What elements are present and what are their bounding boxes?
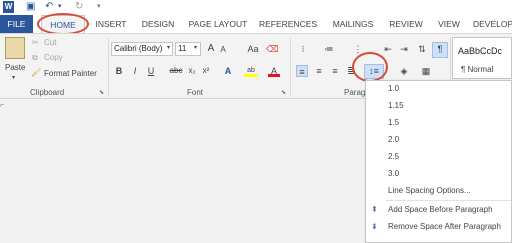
font-family-dropdown-icon[interactable]: ▾	[167, 44, 170, 51]
undo-icon[interactable]: ↶	[45, 1, 53, 13]
sort-icon[interactable]: ⇅	[416, 43, 428, 55]
tab-insert[interactable]: INSERT	[90, 15, 132, 33]
menu-divider	[386, 200, 511, 201]
style-preview-text: AaBbCcDc	[458, 46, 503, 56]
add-space-before-paragraph-item[interactable]: ⇞ Add Space Before Paragraph	[366, 202, 512, 218]
tab-references[interactable]: REFERENCES	[258, 15, 318, 33]
bold-button[interactable]: B	[113, 65, 125, 77]
save-icon[interactable]: ▣	[26, 1, 35, 13]
tab-developer[interactable]: DEVELOP	[473, 15, 512, 33]
clipboard-group-label: Clipboard	[30, 88, 65, 97]
paste-button[interactable]: Paste	[5, 63, 25, 72]
paste-icon[interactable]	[5, 37, 25, 59]
line-spacing-option-2-0[interactable]: 2.0	[366, 132, 512, 148]
line-spacing-options-item[interactable]: Line Spacing Options...	[366, 183, 512, 199]
menu-item-label: Remove Space After Paragraph	[388, 222, 501, 231]
increase-indent-icon[interactable]: ⇥	[398, 43, 410, 55]
remove-space-after-icon: ⇟	[371, 222, 378, 231]
clear-formatting-icon[interactable]: ⌫	[266, 43, 279, 55]
menu-item-label: 2.0	[388, 135, 400, 144]
font-family-select[interactable]: Calibri (Body)	[111, 42, 173, 56]
divider	[108, 38, 109, 96]
remove-space-after-paragraph-item[interactable]: ⇟ Remove Space After Paragraph	[366, 219, 512, 235]
tab-page-layout[interactable]: PAGE LAYOUT	[186, 15, 250, 33]
tab-file[interactable]: FILE	[0, 15, 33, 33]
copy-button[interactable]: Copy	[44, 53, 63, 62]
strikethrough-button[interactable]: abc	[168, 65, 184, 77]
line-spacing-option-1-15[interactable]: 1.15	[366, 98, 512, 114]
bullets-icon[interactable]: ⁝	[297, 43, 309, 55]
menu-item-label: 1.15	[388, 101, 404, 110]
line-spacing-option-1-0[interactable]: 1.0	[366, 81, 512, 97]
line-spacing-menu: 1.0 1.15 1.5 2.0 2.5 3.0 Line Spacing Op…	[365, 80, 512, 243]
divider	[290, 38, 291, 96]
paragraph-group-label: Parag	[344, 88, 366, 97]
line-spacing-option-3-0[interactable]: 3.0	[366, 166, 512, 182]
menu-item-label: 3.0	[388, 169, 400, 178]
menu-item-label: Line Spacing Options...	[388, 186, 471, 195]
grow-font-button[interactable]: A	[205, 43, 217, 55]
shading-icon[interactable]: ◈	[398, 65, 410, 77]
word-app-icon[interactable]: W	[3, 1, 14, 13]
add-space-before-icon: ⇞	[371, 205, 378, 214]
highlight-button[interactable]: ab	[244, 65, 258, 77]
paste-dropdown-icon[interactable]: ▾	[12, 74, 15, 81]
menu-item-label: 1.0	[388, 84, 400, 93]
tab-mailings[interactable]: MAILINGS	[328, 15, 378, 33]
line-spacing-option-1-5[interactable]: 1.5	[366, 115, 512, 131]
align-left-icon[interactable]: ≡	[296, 65, 308, 77]
format-painter-icon: 🖌	[31, 68, 42, 77]
line-spacing-option-2-5[interactable]: 2.5	[366, 149, 512, 165]
subscript-button[interactable]: x₂	[186, 65, 198, 77]
change-case-button[interactable]: Aa	[245, 43, 261, 55]
ruler-toggle-icon[interactable]: ⌐	[0, 102, 10, 110]
font-launcher-icon[interactable]: ⬊	[281, 89, 286, 96]
numbering-icon[interactable]: ≔	[323, 43, 335, 55]
tab-design[interactable]: DESIGN	[138, 15, 178, 33]
borders-icon[interactable]: ▦	[420, 65, 432, 77]
font-color-button[interactable]: A	[268, 65, 280, 77]
style-name: ¶ Normal	[461, 65, 494, 74]
menu-item-label: Add Space Before Paragraph	[388, 205, 493, 214]
text-effects-button[interactable]: A	[222, 65, 234, 77]
customize-qat-icon[interactable]: ▾	[97, 1, 101, 13]
cut-button[interactable]: Cut	[44, 38, 56, 47]
superscript-button[interactable]: x²	[200, 65, 212, 77]
home-highlight-circle	[37, 13, 89, 35]
decrease-indent-icon[interactable]: ⇤	[382, 43, 394, 55]
clipboard-launcher-icon[interactable]: ⬊	[99, 89, 104, 96]
show-hide-button[interactable]: ¶	[432, 42, 448, 58]
redo-icon[interactable]: ↻	[75, 1, 83, 13]
undo-dropdown-icon[interactable]: ▾	[58, 1, 62, 13]
copy-icon: ⧉	[32, 53, 38, 62]
format-painter-button[interactable]: Format Painter	[44, 69, 97, 78]
menu-item-label: 2.5	[388, 152, 400, 161]
font-group-label: Font	[187, 88, 204, 97]
line-spacing-highlight-circle	[352, 52, 388, 82]
quick-access-toolbar: W ▣ ↶ ▾ ↻ ▾	[0, 0, 512, 15]
align-right-icon[interactable]: ≡	[329, 65, 341, 77]
font-size-select[interactable]: 11	[175, 42, 201, 56]
font-size-dropdown-icon[interactable]: ▾	[194, 44, 197, 51]
cut-icon: ✂	[32, 38, 39, 47]
menu-item-label: 1.5	[388, 118, 400, 127]
shrink-font-button[interactable]: A	[217, 44, 229, 56]
tab-view[interactable]: VIEW	[434, 15, 464, 33]
italic-button[interactable]: I	[129, 65, 141, 77]
align-center-icon[interactable]: ≡	[313, 65, 325, 77]
styles-gallery-item-normal[interactable]: AaBbCcDc ¶ Normal	[452, 37, 512, 79]
tab-review[interactable]: REVIEW	[386, 15, 426, 33]
underline-button[interactable]: U	[145, 65, 157, 77]
